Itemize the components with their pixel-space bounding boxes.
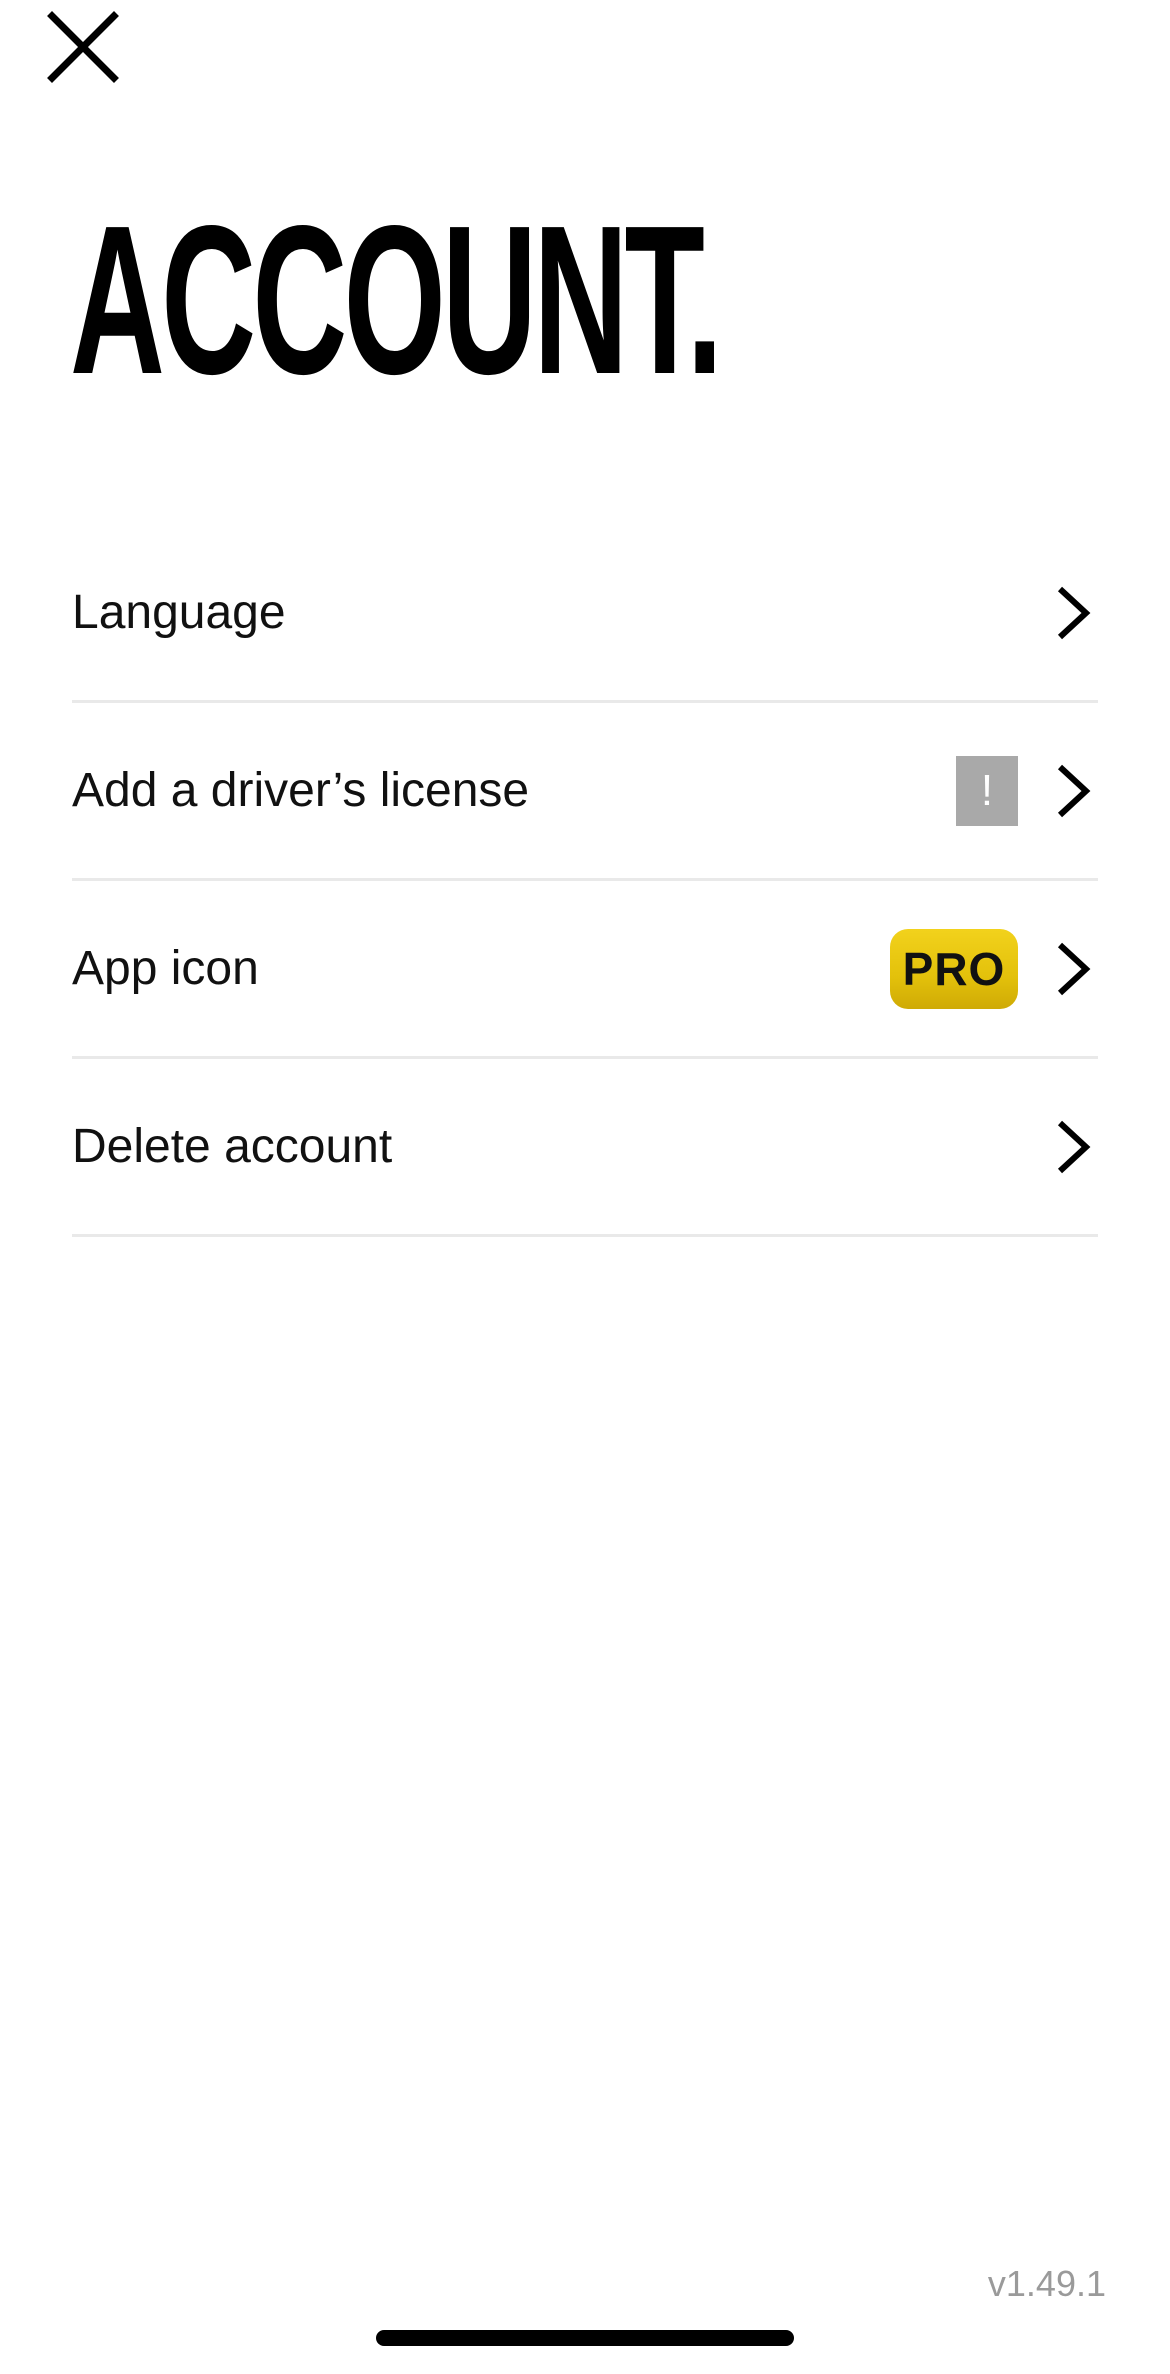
menu-item-label: App icon	[72, 942, 259, 995]
menu-item-label: Add a driver’s license	[72, 764, 530, 817]
menu-item-drivers-license[interactable]: Add a driver’s license !	[72, 703, 1098, 881]
chevron-right-icon	[1052, 941, 1092, 997]
alert-badge: !	[956, 755, 1018, 826]
menu-item-delete-account[interactable]: Delete account	[72, 1059, 1098, 1237]
menu-item-language[interactable]: Language	[72, 525, 1098, 703]
home-indicator	[376, 2330, 794, 2346]
page-title: ACCOUNT.	[70, 181, 723, 418]
menu-item-label: Delete account	[72, 1120, 393, 1173]
chevron-right-icon	[1052, 763, 1092, 819]
menu-item-label: Language	[72, 586, 286, 639]
close-icon	[47, 11, 119, 83]
chevron-right-icon	[1052, 585, 1092, 641]
app-version: v1.49.1	[987, 2263, 1106, 2304]
pro-badge: PRO	[890, 928, 1018, 1009]
menu-item-app-icon[interactable]: App icon PRO	[72, 881, 1098, 1059]
close-button[interactable]	[44, 8, 122, 86]
chevron-right-icon	[1052, 1119, 1092, 1175]
account-menu: Language Add a driver’s license ! App ic…	[72, 525, 1098, 1237]
